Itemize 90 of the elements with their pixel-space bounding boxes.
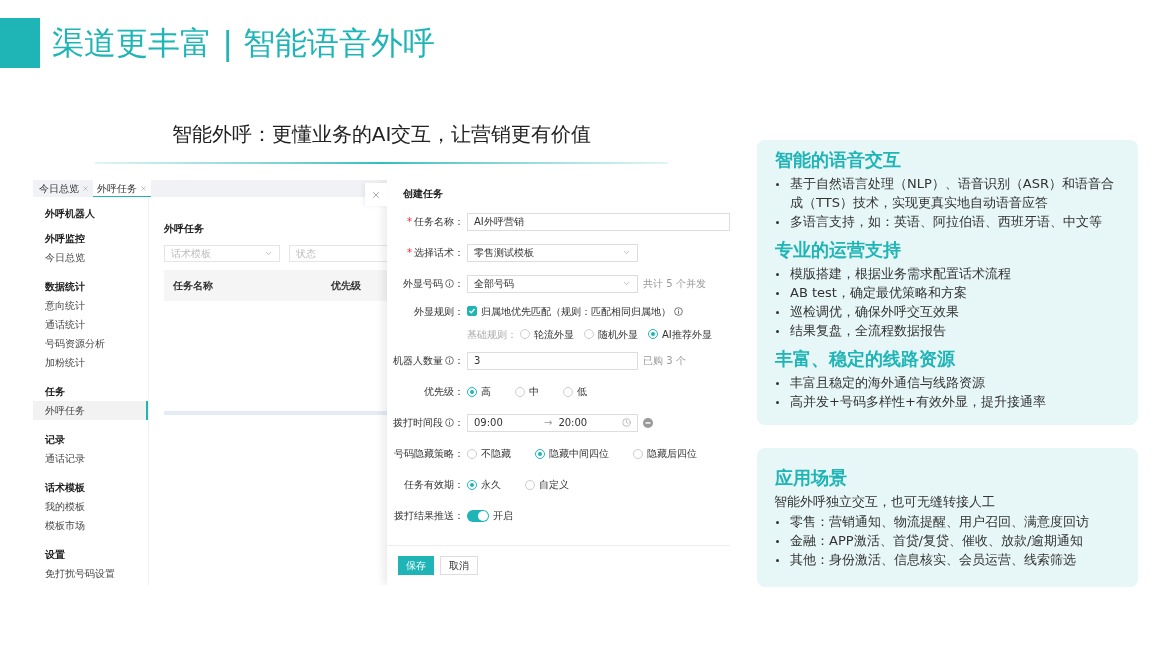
card-intro: 智能外呼独立交互，也可无缝转接人工 — [774, 493, 996, 511]
radio-label: AI推荐外显 — [662, 327, 712, 342]
card-heading: 智能的语音交互 — [775, 148, 902, 172]
input-field[interactable]: AI外呼营销 — [467, 212, 730, 231]
title-accent-bar — [0, 18, 40, 68]
tab[interactable]: 今日总览 — [35, 180, 93, 197]
field-label: 拨打时间段 — [393, 416, 443, 430]
card-heading: 专业的运营支持 — [775, 238, 902, 262]
field-label: 机器人数量 — [393, 354, 443, 368]
select-field[interactable]: 零售测试模板 — [467, 243, 638, 262]
radio-label: 隐藏中间四位 — [549, 447, 609, 461]
chevron-down-icon — [622, 279, 631, 288]
field-label: 外显规则： — [414, 304, 464, 319]
field-label: 号码隐藏策略： — [394, 447, 464, 461]
radio-label: 低 — [577, 385, 587, 399]
sidebar-item[interactable]: 加粉统计 — [33, 353, 148, 372]
card-heading: 丰富、稳定的线路资源 — [775, 347, 956, 371]
radio-label: 不隐藏 — [481, 447, 511, 461]
card-heading: 应用场景 — [775, 466, 848, 490]
field-label: 选择话术： — [414, 246, 464, 260]
radio-label: 高 — [481, 385, 491, 399]
cancel-button[interactable]: 取消 — [440, 556, 478, 575]
tab[interactable]: 外呼任务 — [93, 180, 151, 197]
sidebar-item[interactable]: 通话统计 — [33, 315, 148, 334]
sidebar-item[interactable]: 今日总览 — [33, 248, 148, 267]
sidebar-heading: 话术模板 — [44, 481, 86, 495]
bullet-text: 模版搭建，根据业务需求配置话术流程 — [790, 265, 1011, 283]
chevron-down-icon — [622, 248, 631, 257]
field-label: 外显号码 — [403, 277, 443, 291]
bullet-text: 多语言支持，如：英语、阿拉伯语、西班牙语、中文等 — [790, 213, 1102, 231]
bullet-text: 高并发+号码多样性+有效外显，提升接通率 — [790, 393, 1046, 411]
radio-label: 轮流外显 — [534, 327, 574, 342]
radio-label: 随机外显 — [598, 327, 638, 342]
sidebar-heading: 设置 — [44, 548, 66, 562]
close-button[interactable] — [365, 183, 387, 206]
colon: ： — [454, 277, 464, 291]
sidebar-title: 外呼机器人 — [44, 207, 96, 221]
radio-label: 永久 — [481, 478, 501, 492]
field-label: 任务有效期： — [404, 478, 464, 492]
bullet-text: 基于自然语言处理（NLP）、语音识别（ASR）和语音合成（TTS）技术，实现更真实地自动语音应答 — [790, 175, 1115, 212]
field-label: 优先级： — [424, 385, 464, 399]
radio-label: 隐藏后四位 — [647, 447, 697, 461]
checkbox-label: 归属地优先匹配（规则：匹配相同归属地） — [481, 304, 671, 319]
sidebar-heading: 外呼监控 — [44, 232, 86, 246]
page-title: 外呼任务 — [164, 221, 204, 236]
colon: ： — [454, 354, 464, 368]
sidebar-item[interactable]: 免打扰号码设置 — [33, 564, 148, 583]
sidebar-heading: 记录 — [44, 433, 66, 447]
required-mark: * — [407, 246, 412, 260]
sidebar-item[interactable]: 通话记录 — [33, 449, 148, 468]
close-icon[interactable] — [140, 184, 147, 192]
sidebar-item[interactable]: 我的模板 — [33, 497, 148, 516]
clock-icon — [622, 418, 631, 427]
colon: ： — [454, 416, 464, 430]
bullet-text: 巡检调优，确保外呼交互效果 — [790, 303, 959, 321]
bullet-text: AB test，确定最优策略和方案 — [790, 284, 967, 302]
column-header: 任务名称 — [173, 279, 214, 293]
column-header: 优先级 — [330, 279, 362, 293]
close-icon — [371, 189, 381, 200]
required-mark: * — [407, 215, 412, 229]
sidebar-item[interactable]: 外呼任务 — [33, 401, 148, 420]
chevron-down-icon — [264, 249, 273, 258]
radio-label: 中 — [529, 385, 539, 399]
toggle-switch[interactable] — [467, 509, 489, 522]
sidebar-item[interactable]: 意向统计 — [33, 296, 148, 315]
field-label: 任务名称： — [414, 215, 464, 229]
checkbox[interactable] — [467, 306, 477, 316]
bullet-text: 零售：营销通知、物流提醒、用户召回、满意度回访 — [790, 513, 1089, 531]
field-note: 已购 3 个 — [643, 354, 686, 368]
slide-subtitle: 智能外呼：更懂业务的AI交互，让营销更有价值 — [170, 121, 593, 148]
switch-label: 开启 — [493, 509, 513, 523]
remove-icon[interactable] — [643, 417, 653, 428]
radio-label: 自定义 — [539, 478, 569, 492]
bullet-text: 其他：身份激活、信息核实、会员运营、线索筛选 — [790, 551, 1076, 569]
bullet-text: 结果复盘，全流程数据报告 — [790, 322, 946, 340]
drawer-title: 创建任务 — [402, 186, 444, 201]
bullet-text: 金融：APP激活、首贷/复贷、催收、放款/逾期通知 — [790, 532, 1084, 550]
bullet-text: 丰富且稳定的海外通信与线路资源 — [790, 374, 985, 392]
field-note: 共计 5 个并发 — [643, 277, 706, 291]
sidebar-item[interactable]: 号码资源分析 — [33, 334, 148, 353]
sidebar-heading: 数据统计 — [44, 280, 86, 294]
slide-title: 渠道更丰富 | 智能语音外呼 — [52, 23, 436, 63]
sidebar-heading: 任务 — [44, 385, 66, 399]
close-icon[interactable] — [82, 185, 89, 192]
field-label: 拨打结果推送： — [394, 509, 464, 523]
select-field[interactable]: 全部号码 — [467, 274, 638, 293]
input-field[interactable]: 3 — [467, 351, 638, 370]
sidebar-item[interactable]: 模板市场 — [33, 516, 148, 535]
field-label: 基础规则： — [467, 327, 517, 342]
time-range-field[interactable]: 09:00 → 20:00 — [467, 413, 638, 432]
